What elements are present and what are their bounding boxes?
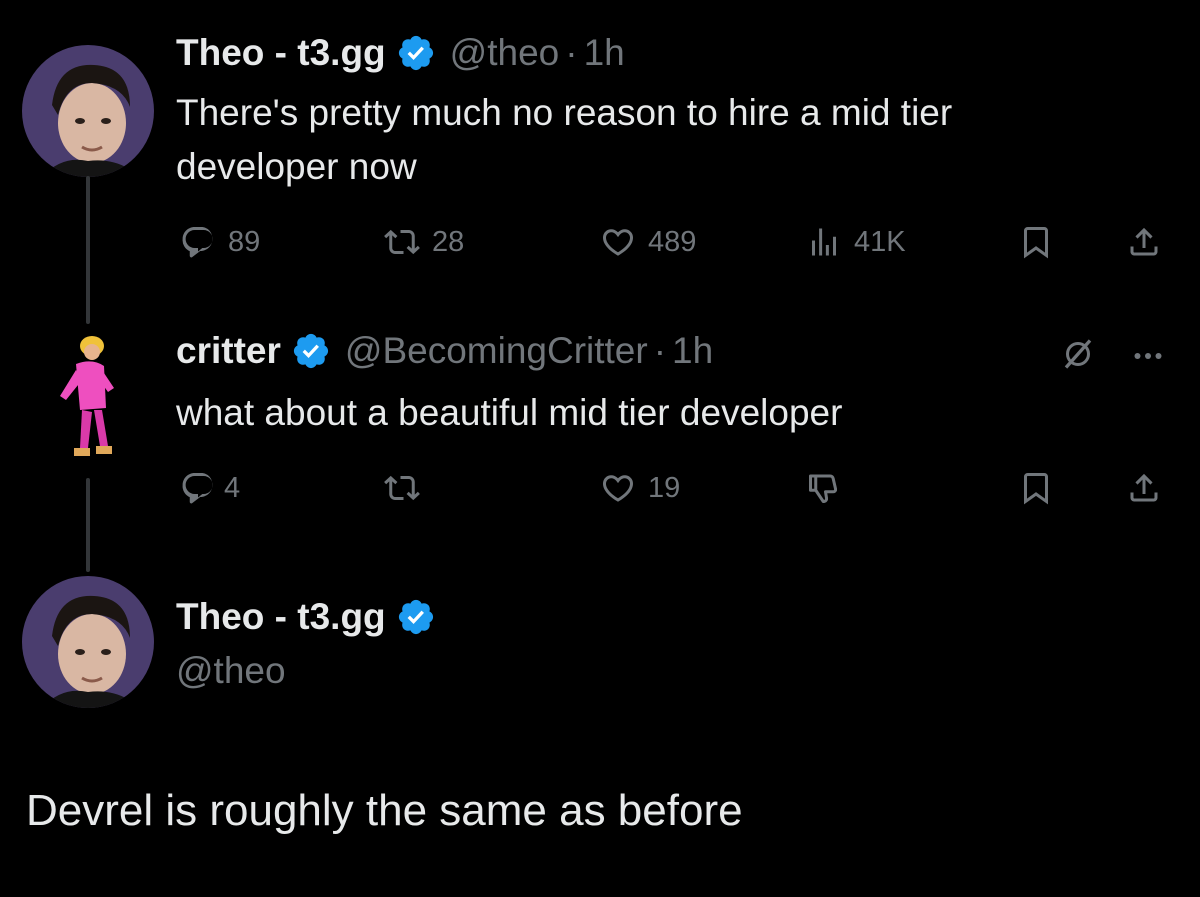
like-count: 19	[648, 471, 681, 504]
bookmark-button[interactable]	[1018, 470, 1054, 506]
avatar-theo[interactable]	[22, 576, 154, 708]
bookmark-icon	[1018, 470, 1054, 506]
repost-button[interactable]	[384, 470, 420, 506]
reply-icon	[180, 224, 216, 260]
views-button[interactable]: 41K	[806, 224, 906, 260]
reply-count: 89	[228, 225, 261, 258]
tweet1-text: There's pretty much no reason to hire a …	[176, 86, 952, 194]
repost-icon	[384, 470, 420, 506]
reply-count: 4	[224, 471, 241, 504]
tweet2-author-name[interactable]: critter	[176, 330, 281, 372]
like-icon	[600, 470, 636, 506]
bookmark-icon	[1018, 224, 1054, 260]
like-icon	[600, 224, 636, 260]
avatar-critter[interactable]	[40, 330, 136, 470]
avatar-theo[interactable]	[22, 45, 154, 177]
dislike-button[interactable]	[806, 470, 842, 506]
verified-icon	[291, 331, 331, 371]
reply-icon	[180, 470, 216, 506]
like-button[interactable]: 19	[600, 470, 680, 506]
share-button[interactable]	[1126, 470, 1162, 506]
repost-icon	[384, 224, 420, 260]
tweet1-timestamp[interactable]: 1h	[584, 32, 625, 74]
tweet1-header: Theo - t3.gg @theo · 1h	[176, 32, 625, 74]
reply-button[interactable]: 89	[180, 224, 260, 260]
views-icon	[806, 224, 842, 260]
repost-count: 28	[432, 225, 465, 258]
dislike-icon	[806, 470, 842, 506]
tweet1-text-line2: developer now	[176, 146, 417, 187]
thread-line	[86, 176, 90, 324]
like-count: 489	[648, 225, 697, 258]
views-count: 41K	[854, 225, 906, 258]
separator-dot: ·	[653, 330, 667, 371]
tweet3-author-name[interactable]: Theo - t3.gg	[176, 596, 386, 638]
like-button[interactable]: 489	[600, 224, 696, 260]
bookmark-button[interactable]	[1018, 224, 1054, 260]
tweet1-handle[interactable]: @theo	[450, 32, 560, 74]
tweet2-header: critter @BecomingCritter · 1h	[176, 330, 713, 372]
reply-button[interactable]: 4	[180, 470, 240, 506]
repost-button[interactable]: 28	[384, 224, 464, 260]
grok-icon	[1060, 336, 1096, 372]
tweet1-text-line1: There's pretty much no reason to hire a …	[176, 92, 953, 133]
verified-icon	[396, 597, 436, 637]
tweet1-author-name[interactable]: Theo - t3.gg	[176, 32, 386, 74]
tweet2-text: what about a beautiful mid tier develope…	[176, 392, 843, 433]
share-button[interactable]	[1126, 224, 1162, 260]
tweet3-header: Theo - t3.gg	[176, 596, 436, 638]
grok-button[interactable]	[1060, 336, 1096, 372]
share-icon	[1126, 470, 1162, 506]
share-icon	[1126, 224, 1162, 260]
verified-icon	[396, 33, 436, 73]
thread-line	[86, 478, 90, 572]
tweet3-text: Devrel is roughly the same as before	[26, 786, 743, 835]
more-button[interactable]	[1130, 338, 1166, 374]
separator-dot: ·	[565, 32, 578, 73]
more-icon	[1130, 338, 1166, 374]
tweet3-handle[interactable]: @theo	[176, 650, 286, 692]
tweet2-handle[interactable]: @BecomingCritter	[345, 330, 648, 372]
tweet2-timestamp[interactable]: 1h	[672, 330, 713, 372]
